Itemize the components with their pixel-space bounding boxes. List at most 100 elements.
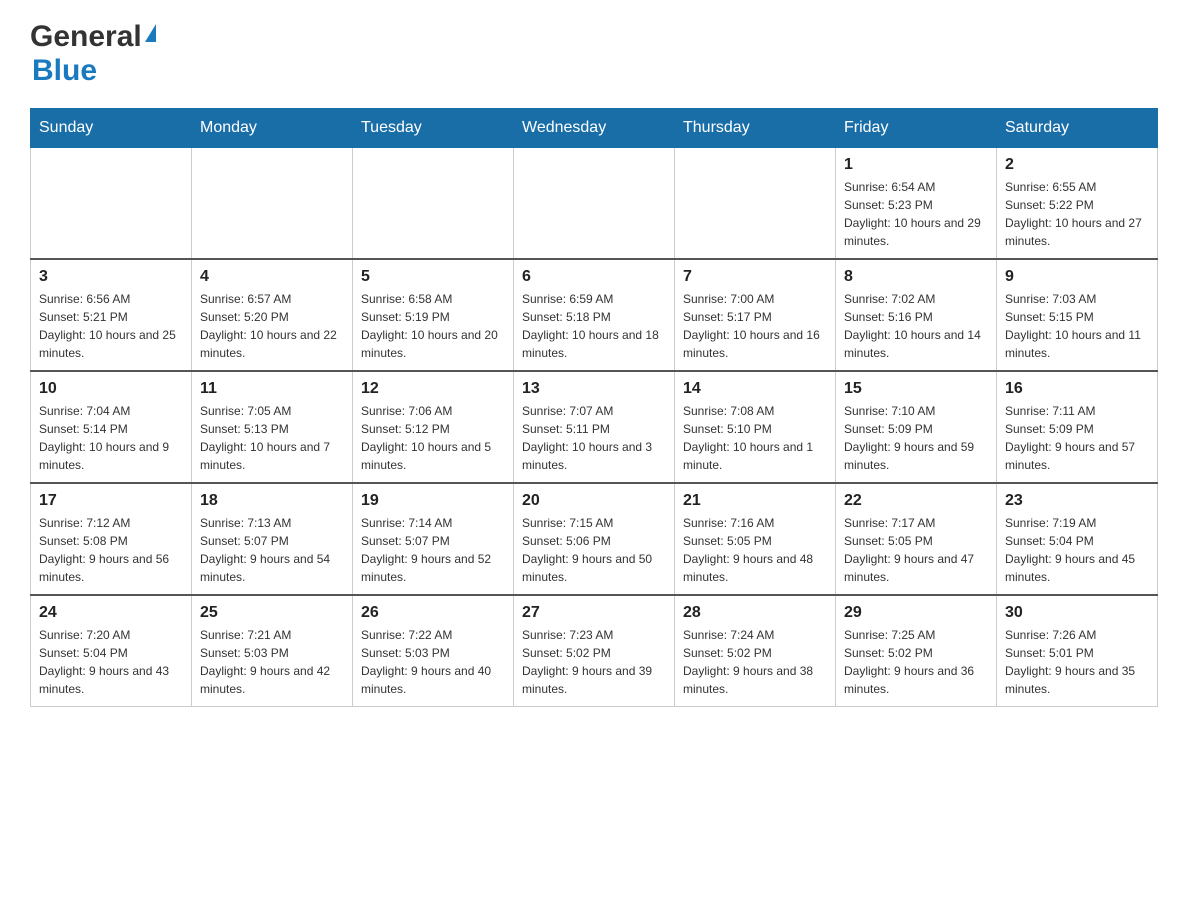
calendar-cell: 18 Sunrise: 7:13 AMSunset: 5:07 PMDayligh… — [192, 483, 353, 595]
day-number: 1 — [844, 156, 988, 174]
day-number: 21 — [683, 492, 827, 510]
calendar-cell — [31, 148, 192, 260]
day-number: 25 — [200, 604, 344, 622]
day-info: Sunrise: 7:23 AMSunset: 5:02 PMDaylight:… — [522, 626, 666, 698]
day-info: Sunrise: 7:21 AMSunset: 5:03 PMDaylight:… — [200, 626, 344, 698]
calendar-cell: 28 Sunrise: 7:24 AMSunset: 5:02 PMDayligh… — [675, 595, 836, 707]
weekday-header-tuesday: Tuesday — [353, 109, 514, 148]
weekday-header-wednesday: Wednesday — [514, 109, 675, 148]
calendar-cell: 12 Sunrise: 7:06 AMSunset: 5:12 PMDayligh… — [353, 371, 514, 483]
weekday-header-sunday: Sunday — [31, 109, 192, 148]
calendar-cell: 4 Sunrise: 6:57 AMSunset: 5:20 PMDaylight… — [192, 259, 353, 371]
weekday-header-monday: Monday — [192, 109, 353, 148]
week-row-2: 3 Sunrise: 6:56 AMSunset: 5:21 PMDaylight… — [31, 259, 1158, 371]
calendar-cell: 16 Sunrise: 7:11 AMSunset: 5:09 PMDayligh… — [997, 371, 1158, 483]
day-number: 19 — [361, 492, 505, 510]
logo-triangle-icon — [145, 24, 156, 42]
calendar-cell — [192, 148, 353, 260]
day-info: Sunrise: 7:13 AMSunset: 5:07 PMDaylight:… — [200, 514, 344, 586]
day-number: 11 — [200, 380, 344, 398]
day-info: Sunrise: 7:12 AMSunset: 5:08 PMDaylight:… — [39, 514, 183, 586]
day-number: 8 — [844, 268, 988, 286]
day-info: Sunrise: 7:24 AMSunset: 5:02 PMDaylight:… — [683, 626, 827, 698]
calendar-cell: 26 Sunrise: 7:22 AMSunset: 5:03 PMDayligh… — [353, 595, 514, 707]
day-info: Sunrise: 7:10 AMSunset: 5:09 PMDaylight:… — [844, 402, 988, 474]
day-number: 10 — [39, 380, 183, 398]
weekday-header-thursday: Thursday — [675, 109, 836, 148]
calendar-cell — [675, 148, 836, 260]
day-number: 28 — [683, 604, 827, 622]
day-info: Sunrise: 7:05 AMSunset: 5:13 PMDaylight:… — [200, 402, 344, 474]
day-info: Sunrise: 6:54 AMSunset: 5:23 PMDaylight:… — [844, 178, 988, 250]
calendar-cell: 15 Sunrise: 7:10 AMSunset: 5:09 PMDayligh… — [836, 371, 997, 483]
day-info: Sunrise: 7:16 AMSunset: 5:05 PMDaylight:… — [683, 514, 827, 586]
week-row-1: 1 Sunrise: 6:54 AMSunset: 5:23 PMDaylight… — [31, 148, 1158, 260]
calendar-cell: 24 Sunrise: 7:20 AMSunset: 5:04 PMDayligh… — [31, 595, 192, 707]
day-number: 18 — [200, 492, 344, 510]
calendar-cell: 21 Sunrise: 7:16 AMSunset: 5:05 PMDayligh… — [675, 483, 836, 595]
day-info: Sunrise: 6:56 AMSunset: 5:21 PMDaylight:… — [39, 290, 183, 362]
week-row-5: 24 Sunrise: 7:20 AMSunset: 5:04 PMDayligh… — [31, 595, 1158, 707]
calendar-cell: 14 Sunrise: 7:08 AMSunset: 5:10 PMDayligh… — [675, 371, 836, 483]
calendar-cell: 17 Sunrise: 7:12 AMSunset: 5:08 PMDayligh… — [31, 483, 192, 595]
day-number: 20 — [522, 492, 666, 510]
day-info: Sunrise: 7:15 AMSunset: 5:06 PMDaylight:… — [522, 514, 666, 586]
calendar-cell: 27 Sunrise: 7:23 AMSunset: 5:02 PMDayligh… — [514, 595, 675, 707]
calendar-cell: 13 Sunrise: 7:07 AMSunset: 5:11 PMDayligh… — [514, 371, 675, 483]
calendar-cell: 9Sunrise: 7:03 AMSunset: 5:15 PMDaylight… — [997, 259, 1158, 371]
weekday-header-saturday: Saturday — [997, 109, 1158, 148]
calendar-cell: 10 Sunrise: 7:04 AMSunset: 5:14 PMDayligh… — [31, 371, 192, 483]
calendar-cell — [353, 148, 514, 260]
calendar-cell: 25 Sunrise: 7:21 AMSunset: 5:03 PMDayligh… — [192, 595, 353, 707]
day-info: Sunrise: 7:08 AMSunset: 5:10 PMDaylight:… — [683, 402, 827, 474]
day-info: Sunrise: 7:11 AMSunset: 5:09 PMDaylight:… — [1005, 402, 1149, 474]
day-info: Sunrise: 7:19 AMSunset: 5:04 PMDaylight:… — [1005, 514, 1149, 586]
day-number: 16 — [1005, 380, 1149, 398]
day-info: Sunrise: 7:14 AMSunset: 5:07 PMDaylight:… — [361, 514, 505, 586]
calendar-cell: 8Sunrise: 7:02 AMSunset: 5:16 PMDaylight… — [836, 259, 997, 371]
day-info: Sunrise: 7:26 AMSunset: 5:01 PMDaylight:… — [1005, 626, 1149, 698]
day-info: Sunrise: 6:57 AMSunset: 5:20 PMDaylight:… — [200, 290, 344, 362]
day-number: 3 — [39, 268, 183, 286]
day-number: 24 — [39, 604, 183, 622]
day-info: Sunrise: 6:59 AMSunset: 5:18 PMDaylight:… — [522, 290, 666, 362]
calendar-cell: 29Sunrise: 7:25 AMSunset: 5:02 PMDayligh… — [836, 595, 997, 707]
week-row-3: 10 Sunrise: 7:04 AMSunset: 5:14 PMDayligh… — [31, 371, 1158, 483]
calendar-cell: 23 Sunrise: 7:19 AMSunset: 5:04 PMDayligh… — [997, 483, 1158, 595]
calendar-table: SundayMondayTuesdayWednesdayThursdayFrid… — [30, 108, 1158, 707]
day-number: 15 — [844, 380, 988, 398]
day-number: 29 — [844, 604, 988, 622]
day-number: 17 — [39, 492, 183, 510]
logo: General Blue — [30, 20, 156, 88]
day-number: 23 — [1005, 492, 1149, 510]
calendar-cell: 11 Sunrise: 7:05 AMSunset: 5:13 PMDayligh… — [192, 371, 353, 483]
day-info: Sunrise: 7:20 AMSunset: 5:04 PMDaylight:… — [39, 626, 183, 698]
day-info: Sunrise: 7:04 AMSunset: 5:14 PMDaylight:… — [39, 402, 183, 474]
logo-blue-text: Blue — [32, 54, 97, 88]
day-info: Sunrise: 7:22 AMSunset: 5:03 PMDaylight:… — [361, 626, 505, 698]
day-number: 13 — [522, 380, 666, 398]
day-info: Sunrise: 7:03 AMSunset: 5:15 PMDaylight:… — [1005, 290, 1149, 362]
day-number: 4 — [200, 268, 344, 286]
day-number: 26 — [361, 604, 505, 622]
day-info: Sunrise: 6:58 AMSunset: 5:19 PMDaylight:… — [361, 290, 505, 362]
day-number: 7 — [683, 268, 827, 286]
calendar-cell: 30 Sunrise: 7:26 AMSunset: 5:01 PMDayligh… — [997, 595, 1158, 707]
day-number: 12 — [361, 380, 505, 398]
week-row-4: 17 Sunrise: 7:12 AMSunset: 5:08 PMDayligh… — [31, 483, 1158, 595]
calendar-cell: 1 Sunrise: 6:54 AMSunset: 5:23 PMDaylight… — [836, 148, 997, 260]
weekday-header-friday: Friday — [836, 109, 997, 148]
weekday-header-row: SundayMondayTuesdayWednesdayThursdayFrid… — [31, 109, 1158, 148]
day-number: 5 — [361, 268, 505, 286]
day-info: Sunrise: 7:06 AMSunset: 5:12 PMDaylight:… — [361, 402, 505, 474]
calendar-cell: 2Sunrise: 6:55 AMSunset: 5:22 PMDaylight… — [997, 148, 1158, 260]
day-info: Sunrise: 7:07 AMSunset: 5:11 PMDaylight:… — [522, 402, 666, 474]
day-number: 14 — [683, 380, 827, 398]
day-number: 27 — [522, 604, 666, 622]
day-number: 2 — [1005, 156, 1149, 174]
day-info: Sunrise: 7:17 AMSunset: 5:05 PMDaylight:… — [844, 514, 988, 586]
day-number: 6 — [522, 268, 666, 286]
page-header: General Blue — [30, 20, 1158, 88]
day-number: 30 — [1005, 604, 1149, 622]
calendar-cell: 22Sunrise: 7:17 AMSunset: 5:05 PMDayligh… — [836, 483, 997, 595]
